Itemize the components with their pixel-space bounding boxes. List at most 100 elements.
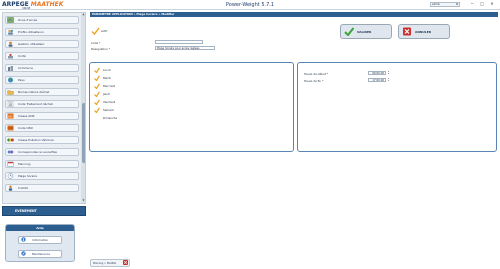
end-time-spinner[interactable]: ▴ ▾ [387,78,390,82]
sidebar-item-label: Pays [18,78,25,82]
day-row-mardi[interactable]: Mardi [94,75,111,81]
information-label: Information [32,238,49,242]
maximize-button[interactable]: □ [478,1,486,7]
wrench-icon [21,251,26,257]
sidebar-item-nomenclature[interactable]: Nomenclature déchet [5,88,79,96]
checkmark-icon[interactable] [94,67,100,73]
app-title: Power-Weight 5.7.1 [225,2,275,8]
end-time-input[interactable]: 17:00:00 [368,78,386,82]
sidebar-section-evenement[interactable]: EVENEMENT [2,206,86,216]
checkmark-icon[interactable] [94,99,100,105]
sidebar-item-label: Profils utilisateurs [18,30,44,34]
information-button[interactable]: Information [18,236,62,244]
sidebar-item-label: Unité [18,54,26,58]
user-select[interactable]: admin ▼ [430,2,460,7]
close-tab-icon[interactable] [123,260,128,266]
person-icon [7,185,14,191]
empty-checkbox[interactable] [94,115,100,121]
svg-text:AD: AD [8,114,13,118]
code-input[interactable] [155,40,203,44]
actif-checkbox[interactable] [91,27,100,36]
scroll-up-icon[interactable]: ▲ [81,13,85,17]
sidebar-item-classe-adr[interactable]: AD Classe ADR [5,112,79,120]
sidebar-item-pays[interactable]: Pays [5,76,79,84]
sidebar-scrollbar[interactable]: ▲ ▼ [81,13,85,203]
designation-input[interactable]: Plage horaire pour accès réglées [155,46,215,50]
checkmark-icon[interactable] [94,91,100,97]
sidebar-item-label: Gestion utilisateur [18,42,45,46]
day-row-vendredi[interactable]: Vendredi [94,99,115,105]
day-row-lundi[interactable]: Lundi [94,67,111,73]
adr-icon: AD [7,113,14,119]
sidebar-item-label: Correspondance Lancelflex [18,150,58,154]
sidebar-item-label: Nomenclature déchet [18,90,50,94]
annuler-label: ANNULER [415,29,432,34]
sidebar-item-unite[interactable]: Unité [5,52,79,60]
open-task-tab[interactable]: Planning > Modifier [90,259,130,267]
window-controls: − □ ✕ [468,1,496,7]
checkmark-icon[interactable] [94,107,100,113]
start-time-input[interactable]: 06:00:00 [368,71,386,75]
list-icon [7,101,14,107]
sidebar-item-planning[interactable]: Planning [5,160,79,168]
minimize-button[interactable]: − [468,1,476,7]
user-name: admin [432,3,441,6]
breadcrumb: PARAMETRE APPLICATION » Plage horaire » … [90,12,498,17]
checkmark-icon[interactable] [94,75,100,81]
users-icon [7,29,14,35]
scroll-down-icon[interactable]: ▼ [81,199,85,203]
day-label: Mercredi [103,84,116,88]
sidebar-item-label: Zone d'accès [18,18,38,22]
sidebar-item-zone-acces[interactable]: Zone d'accès [5,16,79,24]
code-label: Code * [91,41,101,45]
sidebar: Zone d'accès Profils utilisateurs Gestio… [2,12,86,204]
designation-label: Désignation * [91,47,111,51]
day-row-jeudi[interactable]: Jeudi [94,91,110,97]
sidebar-item-civilite[interactable]: Civilité [5,184,79,192]
sidebar-item-correspondance[interactable]: Correspondance Lancelflex [5,148,79,156]
day-label: Vendredi [103,100,116,104]
maintenance-button[interactable]: Maintenance [18,250,62,258]
folder-icon [7,89,14,95]
day-label: Dimanche [103,116,118,120]
sidebar-item-code-onu[interactable]: Code ONU [5,124,79,132]
car-icon [7,137,14,143]
sidebar-item-commune[interactable]: Commune [5,64,79,72]
end-time-label: Heure de fin * [304,79,324,83]
day-label: Lundi [103,68,111,72]
sidebar-item-code-traitement[interactable]: Code Traitement déchet [5,100,79,108]
app-logo: ARPEGE MAATHEK ONLINE [2,1,64,10]
sidebar-item-label: Plage horaire [18,174,38,178]
maintenance-label: Maintenance [32,252,51,256]
annuler-button[interactable]: ANNULER [398,24,450,39]
day-row-mercredi[interactable]: Mercredi [94,83,115,89]
sidebar-item-gestion-utilisateur[interactable]: Gestion utilisateur [5,40,79,48]
checkmark-icon[interactable] [94,83,100,89]
sidebar-item-profils[interactable]: Profils utilisateurs [5,28,79,36]
close-button[interactable]: ✕ [488,1,496,7]
globe-icon [7,77,14,83]
check-icon [344,26,355,37]
sidebar-item-classe-pollution[interactable]: Classe Pollution Véhicule [5,136,79,144]
logo-sub: ONLINE [22,7,31,10]
valider-button[interactable]: VALIDER [340,24,392,39]
sidebar-item-label: Code ONU [18,126,33,130]
cancel-icon [402,27,412,37]
user-icon [7,41,14,47]
sidebar-item-label: Planning [18,162,31,166]
day-row-dimanche[interactable]: Dimanche [94,115,117,121]
scroll-thumb[interactable] [81,103,85,163]
logo-brand: MAATHEK [30,1,64,8]
clock-icon [7,173,14,179]
aide-title: Aide [6,225,74,231]
day-label: Mardi [103,76,111,80]
sidebar-item-plage-horaire[interactable]: Plage horaire [5,172,79,180]
time-panel: Heure de début * 06:00:00 ▴ ▾ Heure de fi… [297,62,497,152]
day-row-samedi[interactable]: Samedi [94,107,114,113]
info-icon [21,237,26,243]
sidebar-item-label: Classe ADR [18,114,35,118]
day-label: Samedi [103,108,114,112]
calendar-icon [7,161,14,167]
start-time-spinner[interactable]: ▴ ▾ [387,71,390,75]
map-icon [7,17,14,23]
